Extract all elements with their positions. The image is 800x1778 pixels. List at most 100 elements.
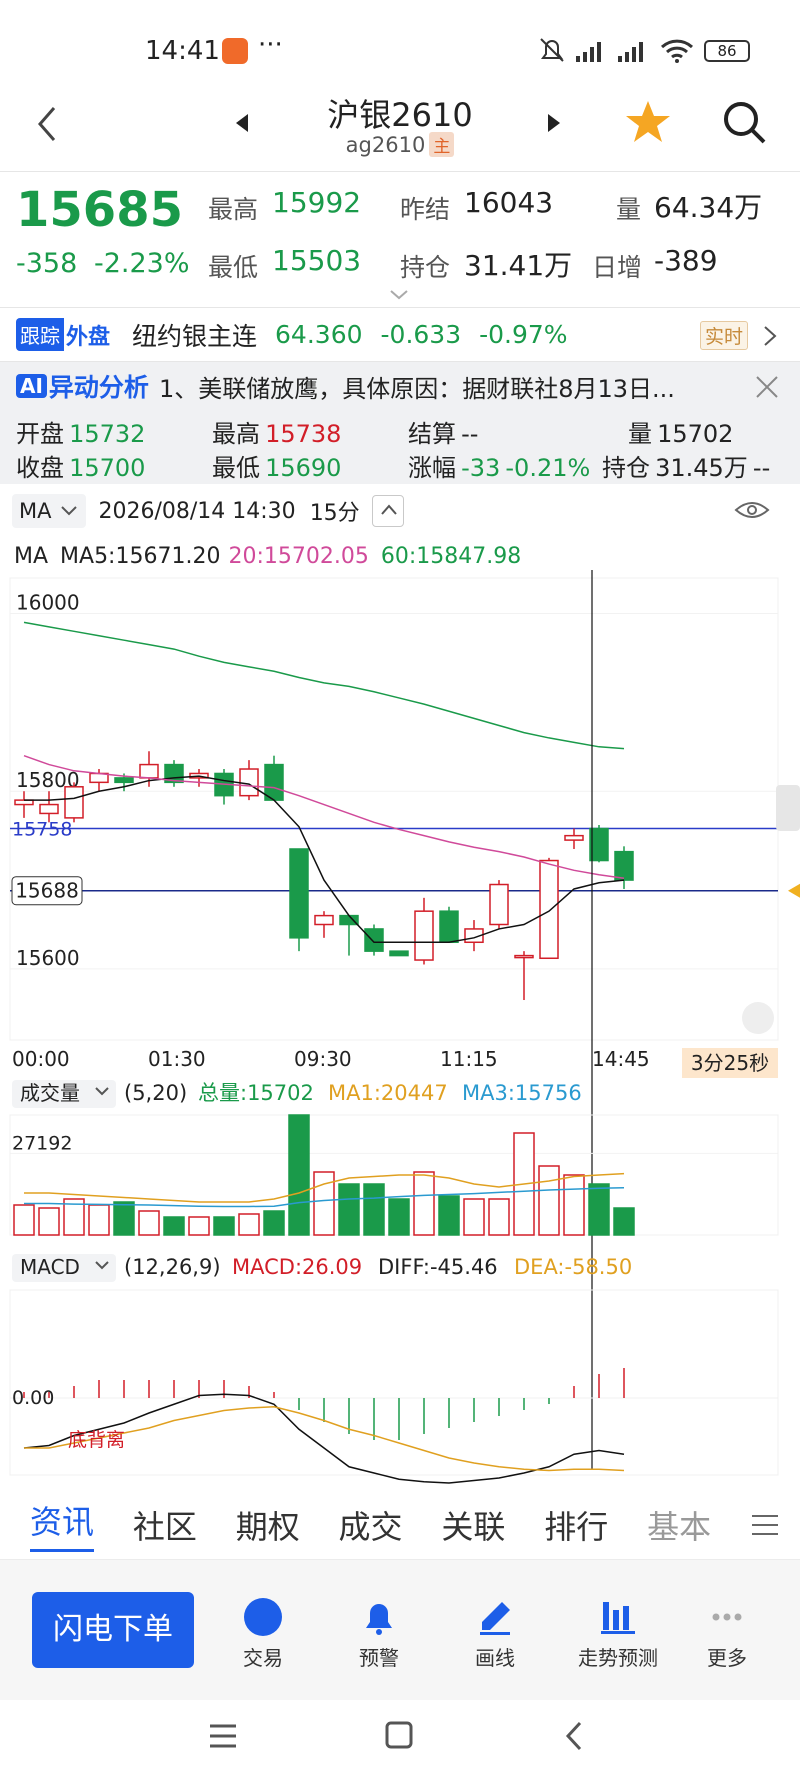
price-change: -358 [16,248,78,279]
close-icon[interactable] [754,374,780,400]
expand-chevron-icon[interactable] [388,288,410,302]
tab-fundamentals[interactable]: 基本 [647,1502,711,1548]
page-title: 沪银2610 [327,96,473,134]
price-axis-label: 16000 [16,591,80,615]
favorite-star-icon[interactable] [624,98,672,146]
candle-body [289,848,309,939]
macd-value: MACD:26.09 [232,1255,362,1279]
volume-bar [238,1213,260,1236]
open-value: 15732 [69,420,146,448]
next-contract-icon[interactable] [546,112,562,134]
bar-chart-icon [601,1602,635,1634]
tab-news[interactable]: 资讯 [30,1497,95,1552]
volume-bar [338,1183,360,1236]
macd-label: MACD [20,1255,80,1279]
system-back-icon[interactable] [562,1720,586,1752]
fullscreen-icon [742,1002,774,1034]
high-label: 最高 [208,195,259,224]
alert-button[interactable]: 预警 [324,1598,434,1671]
prev-contract-icon[interactable] [234,112,250,134]
candle-body [589,827,609,862]
volume-bar [563,1174,585,1236]
flash-order-button[interactable]: 闪电下单 [32,1592,194,1668]
ma60-value: 60:15847.98 [380,543,522,569]
ai-analysis-row[interactable]: AI 异动分析 1、美联储放鹰，具体原因：据财联社8月13日... [0,362,800,410]
volume-value: 64.34万 [654,191,763,224]
collapse-button[interactable] [371,495,404,527]
volume-bar [588,1183,610,1236]
tab-trades[interactable]: 成交 [339,1502,403,1548]
candle-body [514,954,534,959]
back-arrow-icon[interactable] [32,104,62,144]
price-pointer-icon [788,883,800,898]
volume-bar [213,1216,235,1236]
main-contract-badge: 主 [429,132,455,157]
tab-related[interactable]: 关联 [441,1502,505,1548]
search-icon[interactable] [720,98,768,146]
close-value: 15700 [69,454,146,482]
volume-bar [363,1183,385,1236]
volume-ma3: MA3:15756 [462,1081,582,1105]
trend-forecast-label: 走势预测 [578,1646,658,1670]
volume-bar [613,1207,635,1236]
signal-icon [576,42,601,62]
menu-icon[interactable] [750,1512,780,1538]
eye-icon[interactable] [734,496,770,524]
price-panel-frame [9,577,779,1041]
tab-ranking[interactable]: 排行 [544,1502,608,1548]
status-time: 14:41 [145,36,220,66]
ai-badge: AI [16,374,47,398]
ma5-value: MA5:15671.20 [60,543,221,569]
system-nav-bar [0,1700,800,1778]
battery-level: 86 [717,42,737,60]
candle-body [364,928,384,952]
tab-community[interactable]: 社区 [133,1502,197,1548]
price-axis-label: 15600 [16,946,80,970]
wifi-icon [660,39,694,63]
contract-code: ag2610 [345,132,426,157]
macd-zero-label: 0.00 [12,1387,54,1409]
ai-title: 异动分析 [48,373,149,402]
more-button[interactable]: 更多 [672,1598,782,1671]
bar-high-label: 最高 [212,420,260,448]
indicator-select[interactable]: MA [12,494,87,528]
bar-low-value: 15690 [265,454,342,482]
draw-label: 画线 [475,1646,515,1670]
home-icon[interactable] [384,1720,414,1750]
chevron-right-icon[interactable] [762,324,778,348]
trade-label: 交易 [243,1646,283,1670]
volume-bar [13,1204,35,1236]
open-interest-label: 持仓 [400,253,451,282]
time-axis-label: 00:00 [12,1047,70,1071]
draw-button[interactable]: 画线 [440,1598,550,1671]
header: 沪银2610 ag2610 主 [0,90,800,172]
daily-increase-label: 日增 [592,253,643,282]
volume-total: 总量:15702 [198,1081,314,1105]
bell-icon [366,1604,392,1635]
prev-settle-label: 昨结 [400,195,451,224]
bar-info-panel: 开盘 15732 收盘 15700 最高 15738 最低 15690 结算 -… [0,410,800,484]
chart-toolbar: MA 2026/08/14 14:30 15分 [0,490,800,532]
trend-forecast-button[interactable]: 走势预测 [556,1598,680,1671]
info-tabs: 资讯 社区 期权 成交 关联 排行 基本 [0,1490,800,1560]
countdown-label: 3分25秒 [691,1051,769,1075]
daily-increase-value: -389 [654,244,718,277]
bar-oi-change: -- [752,454,771,482]
low-label: 最低 [208,253,259,282]
volume-bar [463,1198,485,1236]
kline-chart[interactable]: 160001580015600157581568800:00 01:30 09:30… [0,570,800,1490]
candle-body [414,910,434,961]
trade-icon [244,1598,282,1636]
quote-panel: 15685 -358 -2.23% 最高 15992 最低 15503 昨结 1… [0,172,800,308]
trade-button[interactable]: 交易 [208,1598,318,1671]
high-value: 15992 [272,186,362,219]
mute-bell-icon [540,38,564,62]
external-change: -0.633 [380,320,462,349]
tab-options[interactable]: 期权 [236,1502,300,1548]
settle-label: 结算 [408,420,456,448]
bar-period: 15分 [309,501,360,526]
current-price-label: 15688 [15,879,79,903]
recent-apps-icon[interactable] [208,1722,238,1750]
candle-body [239,768,259,797]
external-market-row[interactable]: 跟踪 外盘 纽约银主连 64.360 -0.633 -0.97% 实时 [0,308,800,362]
